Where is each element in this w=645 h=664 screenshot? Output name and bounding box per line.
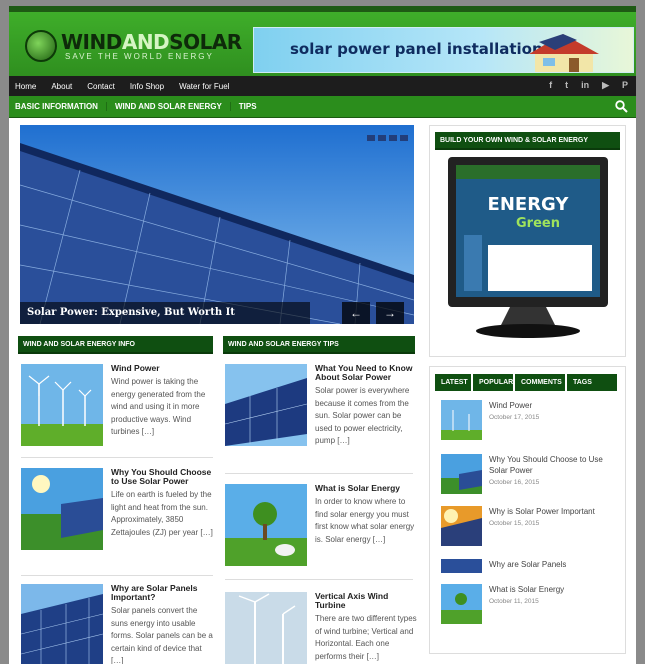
post-card[interactable]: What You Need to Know About Solar Power …	[225, 364, 417, 448]
solar-sunset-thumb	[441, 506, 482, 546]
post-title[interactable]: Why are Solar Panels Important?	[111, 584, 216, 602]
slider-dots	[367, 135, 408, 141]
category-nav: BASIC INFORMATION WIND AND SOLAR ENERGY …	[9, 96, 636, 118]
search-icon[interactable]	[615, 100, 628, 113]
banner-text: solar power panel installation	[290, 40, 543, 58]
post-title[interactable]: Why You Should Choose to Use Solar Power	[111, 468, 216, 486]
sidebar-post-title[interactable]: Why are Solar Panels	[489, 559, 566, 570]
nav-basic-information[interactable]: BASIC INFORMATION	[15, 102, 107, 111]
post-title[interactable]: What You Need to Know About Solar Power	[315, 364, 417, 382]
divider	[225, 473, 413, 474]
featured-slider[interactable]: Solar Power: Expensive, But Worth It ← →	[20, 125, 414, 324]
solar-field-thumb	[441, 454, 482, 494]
leaf-icon	[25, 30, 57, 62]
divider	[21, 575, 213, 576]
post-excerpt: Life on earth is fueled by the light and…	[111, 490, 213, 537]
youtube-icon[interactable]: ▶	[602, 80, 609, 91]
monitor-subheadline: Green	[516, 216, 560, 231]
section-title-info: WIND AND SOLAR ENERGY INFO	[18, 336, 213, 354]
solar-panels-thumb	[21, 584, 103, 664]
widget-title: BUILD YOUR OWN WIND & SOLAR ENERGY	[435, 132, 620, 150]
divider	[21, 457, 213, 458]
slider-dot[interactable]	[378, 135, 386, 141]
nav-contact[interactable]: Contact	[87, 82, 115, 91]
top-nav: Home About Contact Info Shop Water for F…	[9, 76, 636, 96]
sidebar-post-date: October 15, 2015	[489, 520, 540, 527]
monitor-ad[interactable]: ENERGY Green	[446, 155, 610, 341]
wind-turbines-thumb	[441, 400, 482, 440]
post-excerpt: In order to know where to find solar ene…	[315, 497, 415, 544]
sidebar-post-item[interactable]: Why are Solar Panels	[441, 559, 566, 573]
lightbulb-tree-thumb	[225, 484, 307, 566]
nav-wind-and-solar-energy[interactable]: WIND AND SOLAR ENERGY	[115, 102, 231, 111]
pinterest-icon[interactable]: P	[622, 80, 628, 91]
house-icon	[529, 34, 599, 72]
vertical-turbine-thumb	[225, 592, 307, 664]
nav-about[interactable]: About	[51, 82, 72, 91]
divider	[225, 579, 413, 580]
sidebar-post-item[interactable]: Why is Solar Power Important October 15, …	[441, 506, 595, 546]
post-title[interactable]: What is Solar Energy	[315, 484, 417, 493]
post-card[interactable]: Vertical Axis Wind Turbine There are two…	[225, 592, 417, 664]
sidebar-post-date: October 16, 2015	[489, 479, 540, 486]
post-excerpt: Solar panels convert the suns energy int…	[111, 606, 213, 664]
slide-caption[interactable]: Solar Power: Expensive, But Worth It	[20, 302, 310, 324]
solar-array-thumb	[225, 364, 307, 446]
site-header: WINDANDSOLAR SAVE THE WORLD ENERGY solar…	[9, 6, 636, 76]
sidebar-post-date: October 11, 2015	[489, 598, 539, 605]
sidebar-post-title[interactable]: What is Solar Energy	[489, 584, 564, 595]
slider-dot[interactable]	[389, 135, 397, 141]
nav-water-for-fuel[interactable]: Water for Fuel	[179, 82, 229, 91]
linkedin-icon[interactable]: in	[581, 80, 589, 91]
sidebar-post-title[interactable]: Why You Should Choose to Use Solar Power	[489, 454, 619, 476]
slider-dot[interactable]	[400, 135, 408, 141]
sidebar-post-item[interactable]: Wind Power October 17, 2015	[441, 400, 539, 440]
tab-tags[interactable]: TAGS	[567, 374, 617, 391]
sidebar-post-item[interactable]: Why You Should Choose to Use Solar Power…	[441, 454, 619, 494]
post-card[interactable]: Why are Solar Panels Important? Solar pa…	[21, 584, 216, 664]
slider-dot[interactable]	[367, 135, 375, 141]
post-card[interactable]: Why You Should Choose to Use Solar Power…	[21, 468, 216, 550]
post-title[interactable]: Vertical Axis Wind Turbine	[315, 592, 417, 610]
post-excerpt: Wind power is taking the energy generate…	[111, 377, 206, 436]
lightbulb-tree-thumb	[441, 584, 482, 624]
tab-comments[interactable]: COMMENTS	[515, 374, 565, 391]
sidebar-post-title[interactable]: Wind Power	[489, 400, 539, 411]
solar-field-thumb	[21, 468, 103, 550]
tab-popular[interactable]: POPULAR	[473, 374, 513, 391]
sidebar-post-title[interactable]: Why is Solar Power Important	[489, 506, 595, 517]
post-excerpt: There are two different types of wind tu…	[315, 614, 417, 661]
sidebar-post-date: October 17, 2015	[489, 414, 540, 421]
nav-home[interactable]: Home	[15, 82, 36, 91]
tab-latest[interactable]: LATEST	[435, 374, 471, 391]
social-links: f t in ▶ P	[549, 80, 628, 91]
ad-banner[interactable]: solar power panel installation	[253, 27, 634, 73]
monitor-headline: ENERGY	[488, 194, 570, 215]
solar-panels-thumb	[441, 559, 482, 573]
facebook-icon[interactable]: f	[549, 80, 552, 91]
wind-turbines-thumb	[21, 364, 103, 446]
post-title[interactable]: Wind Power	[111, 364, 216, 373]
slider-prev-button[interactable]: ←	[342, 302, 370, 324]
twitter-icon[interactable]: t	[565, 80, 568, 91]
sidebar-tabs: LATEST POPULAR COMMENTS TAGS	[435, 374, 617, 391]
post-excerpt: Solar power is everywhere because it com…	[315, 386, 410, 445]
slide-image	[20, 125, 414, 324]
post-card[interactable]: Wind Power Wind power is taking the ener…	[21, 364, 216, 446]
post-card[interactable]: What is Solar Energy In order to know wh…	[225, 484, 417, 566]
slider-next-button[interactable]: →	[376, 302, 404, 324]
page: WINDANDSOLAR SAVE THE WORLD ENERGY solar…	[9, 6, 636, 664]
nav-tips[interactable]: TIPS	[239, 102, 265, 111]
nav-info-shop[interactable]: Info Shop	[130, 82, 164, 91]
site-logo[interactable]: WINDANDSOLAR SAVE THE WORLD ENERGY	[25, 30, 242, 62]
sidebar-post-item[interactable]: What is Solar Energy October 11, 2015	[441, 584, 564, 624]
section-title-tips: WIND AND SOLAR ENERGY TIPS	[223, 336, 415, 354]
logo-title: WINDANDSOLAR	[61, 29, 242, 54]
